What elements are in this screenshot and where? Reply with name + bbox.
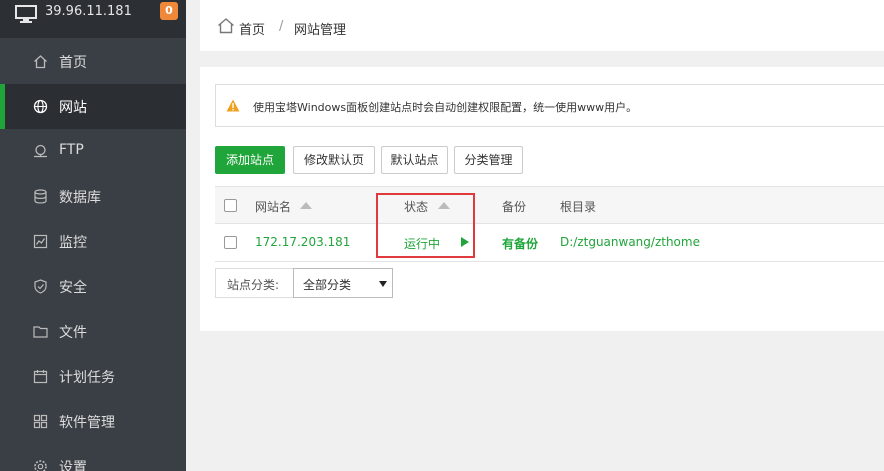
folder-icon bbox=[33, 326, 48, 338]
table-header: 网站名 状态 备份 根目录 bbox=[215, 186, 884, 224]
edit-default-page-button[interactable]: 修改默认页 bbox=[293, 146, 375, 174]
category-selected-value: 全部分类 bbox=[303, 278, 352, 292]
shield-icon bbox=[34, 279, 47, 294]
globe-icon bbox=[33, 99, 48, 114]
gear-icon bbox=[34, 460, 47, 471]
alert-text: 使用宝塔Windows面板创建站点时会自动创建权限配置，统一使用www用户。 bbox=[253, 101, 638, 114]
column-header-site-name[interactable]: 网站名 bbox=[255, 198, 291, 215]
root-dir-link[interactable]: D:/ztguanwang/zthome bbox=[560, 235, 700, 249]
category-manage-button[interactable]: 分类管理 bbox=[454, 146, 523, 174]
sidebar-item-label: 计划任务 bbox=[59, 370, 115, 386]
site-name-link[interactable]: 172.17.203.181 bbox=[255, 235, 350, 249]
monitor-icon bbox=[15, 5, 37, 23]
sidebar-item-monitor[interactable]: 监控 bbox=[0, 219, 186, 264]
home-icon bbox=[218, 18, 234, 34]
home-icon bbox=[34, 55, 47, 69]
row-checkbox[interactable] bbox=[224, 236, 237, 249]
monitor-chart-icon bbox=[33, 234, 48, 249]
sidebar-item-website[interactable]: 网站 bbox=[0, 84, 186, 129]
sidebar-item-settings[interactable]: 设置 bbox=[0, 444, 186, 471]
ftp-icon bbox=[34, 144, 47, 158]
sidebar: 39.96.11.181 0 首页 网站 FTP 数据库 监控 安全 文件 计划… bbox=[0, 0, 186, 471]
dropdown-arrow-icon bbox=[379, 281, 387, 287]
sidebar-item-cron[interactable]: 计划任务 bbox=[0, 354, 186, 399]
sidebar-item-files[interactable]: 文件 bbox=[0, 309, 186, 354]
column-header-root-dir: 根目录 bbox=[560, 200, 597, 214]
add-site-button[interactable]: 添加站点 bbox=[215, 146, 285, 174]
category-label: 站点分类: bbox=[227, 278, 280, 292]
breadcrumb: 首页 / 网站管理 bbox=[200, 0, 884, 51]
database-icon bbox=[34, 189, 47, 204]
sidebar-item-label: FTP bbox=[59, 142, 84, 158]
sort-asc-icon[interactable] bbox=[300, 202, 312, 209]
calendar-icon bbox=[33, 370, 48, 384]
backup-link[interactable]: 有备份 bbox=[502, 235, 538, 252]
sidebar-item-database[interactable]: 数据库 bbox=[0, 174, 186, 219]
server-ip: 39.96.11.181 bbox=[45, 4, 132, 19]
sidebar-item-software[interactable]: 软件管理 bbox=[0, 399, 186, 444]
sidebar-item-label: 文件 bbox=[59, 325, 87, 341]
highlight-box bbox=[376, 193, 475, 258]
default-site-button[interactable]: 默认站点 bbox=[381, 146, 448, 174]
sidebar-item-label: 软件管理 bbox=[59, 415, 115, 431]
sidebar-item-label: 安全 bbox=[59, 280, 87, 296]
table-row: 172.17.203.181 运行中 有备份 D:/ztguanwang/zth… bbox=[215, 224, 884, 262]
sidebar-item-security[interactable]: 安全 bbox=[0, 264, 186, 309]
breadcrumb-separator: / bbox=[279, 19, 284, 34]
category-filter: 站点分类: 全部分类 bbox=[215, 268, 393, 298]
sidebar-item-label: 网站 bbox=[59, 100, 87, 116]
select-all-checkbox[interactable] bbox=[224, 199, 237, 212]
sidebar-item-ftp[interactable]: FTP bbox=[0, 129, 186, 174]
breadcrumb-current: 网站管理 bbox=[294, 23, 347, 38]
breadcrumb-home-link[interactable]: 首页 bbox=[239, 19, 265, 38]
sidebar-item-label: 数据库 bbox=[59, 190, 101, 206]
sidebar-item-label: 监控 bbox=[59, 235, 87, 251]
notification-badge[interactable]: 0 bbox=[160, 2, 178, 20]
category-select[interactable]: 全部分类 bbox=[293, 268, 393, 298]
info-alert: 使用宝塔Windows面板创建站点时会自动创建权限配置，统一使用www用户。 bbox=[215, 84, 884, 127]
grid-icon bbox=[33, 414, 48, 429]
sidebar-item-label: 首页 bbox=[59, 55, 87, 71]
sidebar-item-home[interactable]: 首页 bbox=[0, 39, 186, 84]
site-panel: 使用宝塔Windows面板创建站点时会自动创建权限配置，统一使用www用户。 添… bbox=[200, 67, 884, 331]
column-header-backup: 备份 bbox=[502, 200, 527, 214]
sidebar-header: 39.96.11.181 0 bbox=[0, 0, 186, 38]
sidebar-item-label: 设置 bbox=[59, 460, 87, 471]
warning-icon bbox=[226, 99, 240, 112]
